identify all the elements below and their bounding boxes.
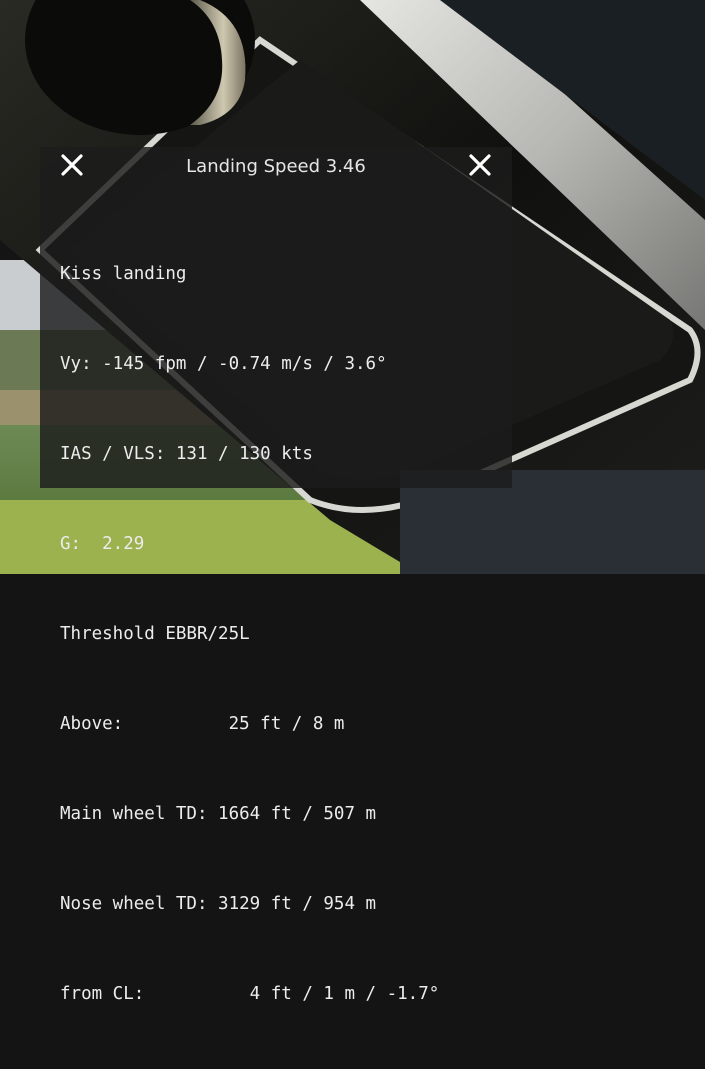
close-icon	[469, 154, 491, 176]
report-line-threshold: Threshold EBBR/25L	[60, 624, 250, 644]
report-line-above: Above: 25 ft / 8 m	[60, 714, 345, 734]
landing-speed-window: Landing Speed 3.46 Kiss landing Vy: -145…	[40, 147, 512, 1004]
report-line-from-cl: from CL: 4 ft / 1 m / -1.7°	[60, 984, 440, 1004]
landing-report: Kiss landing Vy: -145 fpm / -0.74 m/s / …	[60, 199, 439, 1069]
report-line-rating: Kiss landing	[60, 264, 187, 284]
window-title: Landing Speed 3.46	[186, 156, 366, 177]
report-line-nose-wheel-td: Nose wheel TD: 3129 ft / 954 m	[60, 894, 377, 914]
report-line-main-wheel-td: Main wheel TD: 1664 ft / 507 m	[60, 804, 377, 824]
report-line-vertical-speed: Vy: -145 fpm / -0.74 m/s / 3.6°	[60, 354, 387, 374]
close-button-right[interactable]	[466, 151, 494, 179]
report-line-g-force: G: 2.29	[60, 534, 145, 554]
report-line-ias-vls: IAS / VLS: 131 / 130 kts	[60, 444, 313, 464]
